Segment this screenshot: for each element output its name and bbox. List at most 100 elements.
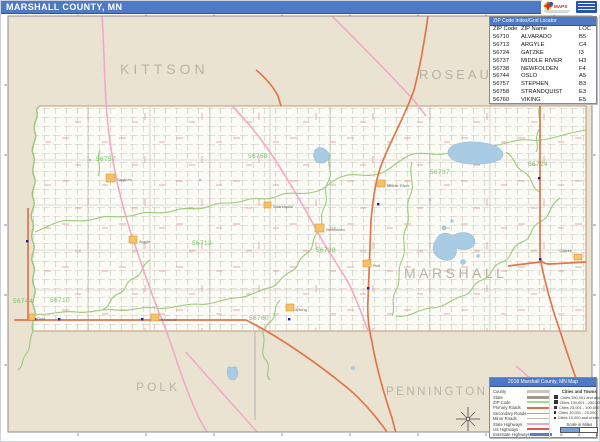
zip-label-56737: 56737 <box>430 169 450 176</box>
loc-cell: E3 <box>579 89 593 97</box>
zip-label-56760: 56760 <box>249 315 269 322</box>
legend-panel: 2018 Marshall County, MN Map County Stat… <box>489 377 597 438</box>
loc-cell: H3 <box>579 58 593 66</box>
town-label-stephen: Stephen <box>117 177 132 182</box>
scale-tick: 0 <box>560 433 562 437</box>
county-label-roseau: ROSEAU <box>419 67 492 82</box>
scale-tick: 4 <box>596 433 598 437</box>
zip-line-swatch <box>527 401 549 403</box>
col-loc: LOC <box>579 26 593 34</box>
city-size-icon <box>554 417 556 419</box>
county-label-polk: POLK <box>136 380 180 394</box>
county-label-pennington: PENNINGTON <box>386 386 487 398</box>
city-size-icon <box>554 406 557 409</box>
legend-line-symbols: County State ZIP Code Primary Roads Seco… <box>493 389 549 438</box>
name-cell: OSLO <box>521 73 579 81</box>
city-size-icon <box>554 395 558 399</box>
zip-index-row: 56744 OSLO A5 <box>490 73 596 81</box>
zip-index-panel: ZIP Code Index/Grid Locator ZIP Code ZIP… <box>489 16 597 104</box>
name-cell: VIKING <box>521 97 579 105</box>
name-cell: STEPHEN <box>521 81 579 89</box>
town-label-newfolden: Newfolden <box>326 227 345 232</box>
loc-cell: I3 <box>579 50 593 58</box>
zip-label-56710: 56710 <box>50 297 70 304</box>
zip-index-row: 56757 STEPHEN B3 <box>490 81 596 89</box>
scale-tick-labels: 0 2 4 <box>560 433 598 437</box>
name-cell: ALVARADO <box>521 34 579 42</box>
us-highway-swatch <box>527 428 549 430</box>
county-label-marshall: MARSHALL <box>404 265 507 281</box>
town-label-strandquist: Strandquist <box>273 204 294 209</box>
scale-tick: 2 <box>578 433 580 437</box>
name-cell: ARGYLE <box>521 42 579 50</box>
zip-index-row: 56713 ARGYLE C4 <box>490 42 596 50</box>
zip-index-row: 56760 VIKING E5 <box>490 97 596 105</box>
brand-logo: MAPS <box>542 0 600 15</box>
zip-label-56724: 56724 <box>528 161 548 168</box>
legend-label: County <box>493 389 506 394</box>
town-stephen <box>106 174 115 182</box>
town-label-argyle: Argyle <box>139 239 151 244</box>
zip-cell: 56710 <box>493 34 521 42</box>
town-alvarado <box>151 314 159 321</box>
legend-label: US Highways <box>493 427 518 432</box>
logo-maps-text: MAPS <box>554 4 567 9</box>
town-label-middle-river: Middle River <box>387 183 410 188</box>
zip-label-56757: 56757 <box>96 156 116 163</box>
state-highway-swatch <box>527 423 549 425</box>
page-title: MARSHALL COUNTY, MN <box>6 2 122 12</box>
zip-cell: 56738 <box>493 66 521 74</box>
legend-label: Interstate Highways <box>493 432 530 437</box>
zip-index-row: 56737 MIDDLE RIVER H3 <box>490 58 596 66</box>
town-label-alvarado: Alvarado <box>161 317 178 322</box>
scale-bar <box>560 427 598 433</box>
legend-cities-block: Cities and Towns Cities 250,001 and abov… <box>549 389 600 438</box>
zip-label-56713: 56713 <box>192 240 212 247</box>
loc-cell: A5 <box>579 73 593 81</box>
zip-cell: 56744 <box>493 73 521 81</box>
legend-label: State Highways <box>493 422 522 427</box>
zip-cell: 56760 <box>493 97 521 105</box>
legend-label: Minor Roads <box>493 416 517 421</box>
marshall-county-map-page: Stephen Argyle Alvarado Oslo Newfolden M… <box>0 0 600 442</box>
town-label-oslo: Oslo <box>37 316 46 321</box>
zip-index-row: 56710 ALVARADO B5 <box>490 34 596 42</box>
name-cell: NEWFOLDEN <box>521 66 579 74</box>
legend-title: 2018 Marshall County, MN Map <box>490 378 596 387</box>
town-label-holt: Holt <box>373 263 381 268</box>
city-size-icon <box>554 400 558 404</box>
loc-cell: F4 <box>579 66 593 74</box>
zip-label-56744: 56744 <box>13 298 33 305</box>
legend-label: ZIP Code <box>493 400 511 405</box>
zip-index-header: ZIP Code Index/Grid Locator <box>490 17 596 26</box>
town-gatzke <box>574 254 582 260</box>
zip-cell: 56737 <box>493 58 521 66</box>
town-strandquist <box>264 202 271 208</box>
town-label-gatzke: Gatzke <box>559 248 572 253</box>
col-zip-name: ZIP Name <box>521 26 579 34</box>
zip-cell: 56713 <box>493 42 521 50</box>
loc-cell: B5 <box>579 34 593 42</box>
title-bar: MARSHALL COUNTY, MN <box>1 1 541 14</box>
town-holt <box>363 260 371 267</box>
zip-cell: 56757 <box>493 81 521 89</box>
loc-cell: E5 <box>579 97 593 105</box>
county-line-swatch <box>527 390 549 393</box>
minor-road-swatch <box>527 418 549 419</box>
zip-index-column-headers: ZIP Code ZIP Name LOC <box>490 26 596 34</box>
county-label-kittson: KITTSON <box>120 61 209 77</box>
city-class-label: Cities 10,000 and under <box>558 415 599 420</box>
name-cell: MIDDLE RIVER <box>521 58 579 66</box>
town-argyle <box>129 236 137 243</box>
name-cell: GATZKE <box>521 50 579 58</box>
col-zip-code: ZIP Code <box>493 26 521 34</box>
zip-cell: 56758 <box>493 89 521 97</box>
city-size-icon <box>554 411 556 413</box>
name-cell: STRANDQUIST <box>521 89 579 97</box>
town-viking <box>286 304 294 311</box>
legend-label: Secondary Roads <box>493 411 526 416</box>
zip-cell: 56724 <box>493 50 521 58</box>
town-label-viking: Viking <box>296 307 307 312</box>
loc-cell: B3 <box>579 81 593 89</box>
brand-logo-icon: MAPS <box>542 0 576 14</box>
